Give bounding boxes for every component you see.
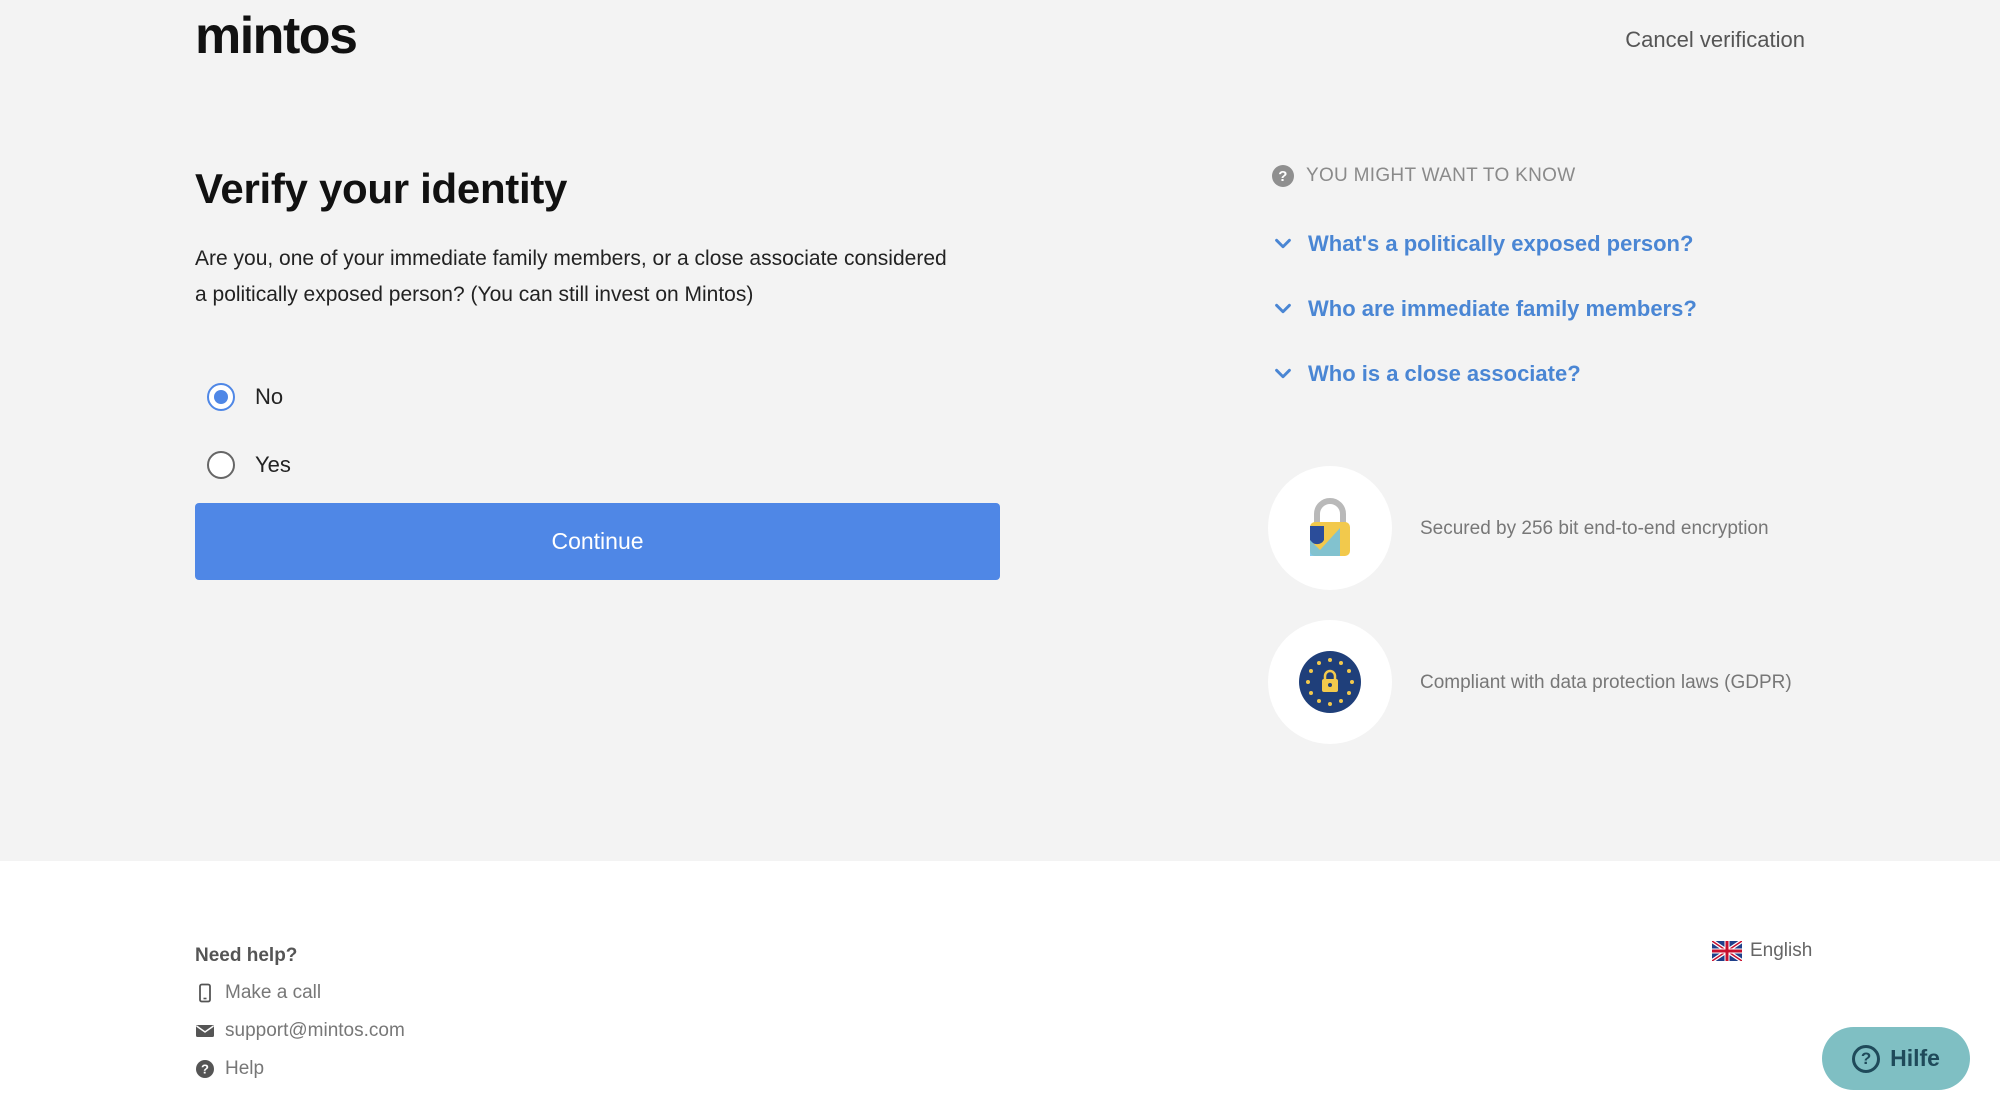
help-link[interactable]: ? Help — [195, 1050, 405, 1088]
faq-label[interactable]: Who are immediate family members? — [1308, 296, 1697, 322]
mail-icon — [196, 1025, 214, 1037]
footer: Need help? Make a call support@mintos.co… — [0, 861, 2000, 1108]
radio-no[interactable] — [207, 383, 235, 411]
radio-option-no[interactable]: No — [195, 363, 1005, 431]
hilfe-widget-button[interactable]: ? Hilfe — [1822, 1027, 1970, 1090]
cancel-verification-link[interactable]: Cancel verification — [1625, 27, 1805, 53]
verification-form: Verify your identity Are you, one of you… — [195, 165, 1005, 580]
encryption-badge: Secured by 256 bit end-to-end encryption — [1268, 466, 1832, 590]
help-icon: ? — [196, 1060, 214, 1078]
encryption-badge-circle — [1268, 466, 1392, 590]
gdpr-badge-text: Compliant with data protection laws (GDP… — [1420, 671, 1792, 693]
radio-yes-label[interactable]: Yes — [255, 452, 291, 478]
info-header-label: YOU MIGHT WANT TO KNOW — [1306, 165, 1576, 186]
trust-badges: Secured by 256 bit end-to-end encryption — [1268, 466, 1832, 744]
lock-icon — [1310, 498, 1350, 556]
chevron-down-icon — [1275, 238, 1291, 248]
question-icon: ? — [1272, 165, 1294, 187]
hilfe-label[interactable]: Hilfe — [1890, 1045, 1940, 1072]
info-panel: ? YOU MIGHT WANT TO KNOW What's a politi… — [1268, 165, 1832, 774]
chevron-down-icon — [1275, 303, 1291, 313]
eu-lock-icon — [1299, 651, 1361, 713]
faq-list: What's a politically exposed person? Who… — [1272, 211, 1832, 406]
make-call-link[interactable]: Make a call — [195, 974, 405, 1012]
support-email-label[interactable]: support@mintos.com — [225, 1020, 405, 1042]
mintos-logo[interactable]: mintos — [195, 6, 358, 66]
help-circle-icon: ? — [1852, 1044, 1881, 1073]
radio-no-label[interactable]: No — [255, 384, 283, 410]
radio-option-yes[interactable]: Yes — [195, 431, 1005, 499]
info-header: ? YOU MIGHT WANT TO KNOW — [1272, 165, 1832, 187]
help-label[interactable]: Help — [225, 1058, 264, 1080]
faq-item-pep[interactable]: What's a politically exposed person? — [1272, 211, 1832, 276]
language-selector[interactable]: English — [1712, 940, 1812, 962]
need-help-title: Need help? — [195, 945, 298, 966]
pep-question: Are you, one of your immediate family me… — [195, 247, 947, 306]
help-links: Make a call support@mintos.com ? Help — [195, 974, 405, 1088]
pep-radio-group: No Yes — [195, 363, 1005, 499]
gdpr-badge: Compliant with data protection laws (GDP… — [1268, 620, 1832, 744]
page-title: Verify your identity — [195, 165, 568, 212]
gdpr-badge-circle — [1268, 620, 1392, 744]
support-email-link[interactable]: support@mintos.com — [195, 1012, 405, 1050]
faq-label[interactable]: What's a politically exposed person? — [1308, 231, 1693, 257]
phone-icon — [199, 983, 211, 1003]
chevron-down-icon — [1275, 368, 1291, 378]
uk-flag-icon — [1712, 941, 1742, 961]
radio-yes[interactable] — [207, 451, 235, 479]
continue-button[interactable]: Continue — [195, 503, 1000, 580]
language-label[interactable]: English — [1750, 940, 1812, 962]
svg-text:?: ? — [201, 1062, 209, 1077]
make-call-label[interactable]: Make a call — [225, 982, 321, 1004]
faq-item-associate[interactable]: Who is a close associate? — [1272, 341, 1832, 406]
faq-item-family[interactable]: Who are immediate family members? — [1272, 276, 1832, 341]
faq-label[interactable]: Who is a close associate? — [1308, 361, 1581, 387]
encryption-badge-text: Secured by 256 bit end-to-end encryption — [1420, 517, 1769, 539]
